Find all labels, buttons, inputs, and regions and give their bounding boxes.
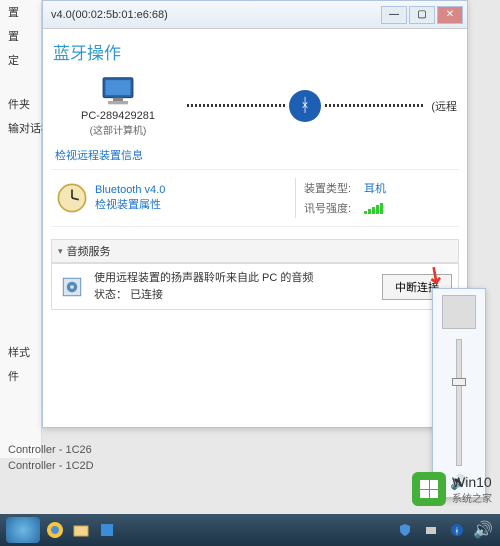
audio-status-value: 已连接 [130,289,163,301]
view-remote-info-link[interactable]: 检视远程装置信息 [55,147,143,163]
audio-description: 使用远程装置的扬声器聆听来自此 PC 的音频 [94,270,374,287]
audio-section-header[interactable]: ▾ 音频服务 [51,239,459,263]
signal-strength-icon [364,202,383,214]
sidebar-item[interactable]: 样式 [0,340,41,364]
sidebar-item[interactable]: 件夹 [0,92,41,116]
audio-status-label: 状态： [94,289,127,301]
bluetooth-window: v4.0(00:02:5b:01:e6:68) — ▢ ✕ 蓝牙操作 PC-28… [42,0,468,428]
remote-label: (远程 [427,98,457,114]
device-type-label: 装置类型: [304,180,364,196]
bluetooth-version: Bluetooth v4.0 [95,184,295,196]
start-button[interactable] [6,517,40,543]
pc-subtitle: (这部计算机) [53,122,183,137]
tray-volume-icon[interactable]: 🔊 [472,519,494,541]
taskbar[interactable]: ᚼ 🔊 [0,514,500,546]
clock-icon [55,181,89,215]
watermark-brand: Win10 [452,474,492,490]
connection-line [187,104,285,107]
signal-label: 讯号强度: [304,200,364,216]
volume-device-icon[interactable] [442,295,476,329]
sidebar-item[interactable]: 件 [0,364,41,388]
taskbar-chrome-icon[interactable] [44,519,66,541]
titlebar[interactable]: v4.0(00:02:5b:01:e6:68) — ▢ ✕ [43,1,467,29]
tray-bluetooth-icon[interactable]: ᚼ [446,519,468,541]
volume-thumb[interactable] [452,378,466,386]
tray-shield-icon[interactable] [394,519,416,541]
spec-block: 装置类型: 耳机 讯号强度: [295,178,455,218]
computer-icon [98,74,138,108]
page-title: 蓝牙操作 [51,35,459,66]
device-type-value: 耳机 [364,180,386,196]
device-info-row: Bluetooth v4.0 检视装置属性 装置类型: 耳机 讯号强度: [51,169,459,227]
taskbar-folder-icon[interactable] [70,519,92,541]
svg-text:ᚼ: ᚼ [454,526,459,536]
watermark-site: 系统之家 [452,490,492,505]
collapse-icon: ▾ [58,246,63,257]
controller-item[interactable]: Controller - 1C26 [0,442,240,458]
sidebar-item[interactable]: 置 [0,24,41,48]
maximize-button[interactable]: ▢ [409,6,435,24]
volume-slider[interactable] [456,339,462,466]
window-title: v4.0(00:02:5b:01:e6:68) [47,9,381,21]
view-properties-link[interactable]: 检视装置属性 [95,196,295,212]
close-button[interactable]: ✕ [437,6,463,24]
windows-logo-icon [412,472,446,506]
sidebar-item[interactable]: 定 [0,48,41,72]
watermark: Win10 系统之家 [412,472,492,506]
local-pc-block: PC-289429281 (这部计算机) [53,74,183,137]
audio-service-box: 使用远程装置的扬声器聆听来自此 PC 的音频 状态： 已连接 中断连接 [51,263,459,310]
left-sidebar: 置 置 定 件夹 输对话框 样式 件 [0,0,42,458]
speaker-icon [58,273,86,301]
volume-panel: 🔊 [432,288,486,498]
connection-line [325,104,423,107]
minimize-button[interactable]: — [381,6,407,24]
device-row: PC-289429281 (这部计算机) ᚼ (远程 [51,66,459,145]
controller-list: Controller - 1C26 Controller - 1C2D [0,442,240,474]
sidebar-item[interactable]: 置 [0,0,41,24]
controller-item[interactable]: Controller - 1C2D [0,458,240,474]
taskbar-app-icon[interactable] [96,519,118,541]
bluetooth-icon: ᚼ [289,90,321,122]
sidebar-item[interactable]: 输对话框 [0,116,41,140]
audio-section-title: 音频服务 [67,243,111,259]
tray-network-icon[interactable] [420,519,442,541]
pc-name: PC-289429281 [53,110,183,122]
